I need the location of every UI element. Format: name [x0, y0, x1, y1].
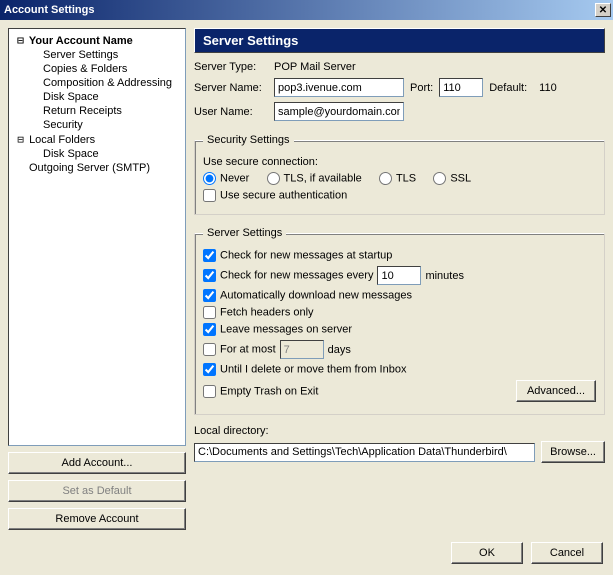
until-delete-option[interactable]: Until I delete or move them from Inbox	[203, 363, 406, 376]
dialog-footer: OK Cancel	[0, 542, 613, 574]
for-at-most-option[interactable]: For at most	[203, 343, 276, 356]
right-column: Server Settings Server Type: POP Mail Se…	[194, 28, 605, 534]
default-port-value: 110	[539, 82, 557, 94]
secure-auth-checkbox[interactable]	[203, 189, 216, 202]
secure-auth-option[interactable]: Use secure authentication	[203, 189, 347, 202]
server-name-input[interactable]	[274, 78, 404, 97]
security-settings-group: Security Settings Use secure connection:…	[194, 134, 605, 215]
close-button[interactable]: ✕	[595, 3, 611, 17]
port-input[interactable]	[439, 78, 483, 97]
use-secure-label: Use secure connection:	[203, 156, 596, 168]
server-type-value: POP Mail Server	[274, 61, 356, 73]
until-delete-checkbox[interactable]	[203, 363, 216, 376]
for-at-most-days: days	[328, 344, 351, 356]
check-startup-option[interactable]: Check for new messages at startup	[203, 249, 392, 262]
check-every-option[interactable]: Check for new messages every	[203, 269, 373, 282]
auto-download-checkbox[interactable]	[203, 289, 216, 302]
fetch-headers-checkbox[interactable]	[203, 306, 216, 319]
leave-server-checkbox[interactable]	[203, 323, 216, 336]
secure-ssl-radio[interactable]	[433, 172, 446, 185]
tree-item-copies-folders[interactable]: Copies & Folders	[39, 62, 183, 76]
titlebar: Account Settings ✕	[0, 0, 613, 20]
tree-item-return-receipts[interactable]: Return Receipts	[39, 104, 183, 118]
leave-server-option[interactable]: Leave messages on server	[203, 323, 352, 336]
tree-local-folders[interactable]: ⊟ Local Folders	[11, 132, 183, 147]
tree-item-server-settings[interactable]: Server Settings	[39, 48, 183, 62]
tree-item-local-disk-space[interactable]: Disk Space	[39, 147, 183, 161]
local-directory-label: Local directory:	[194, 425, 605, 437]
user-name-input[interactable]	[274, 102, 404, 121]
empty-trash-option[interactable]: Empty Trash on Exit	[203, 385, 318, 398]
for-at-most-checkbox[interactable]	[203, 343, 216, 356]
ok-button[interactable]: OK	[451, 542, 523, 564]
tree-account-label: Your Account Name	[29, 35, 133, 47]
for-at-most-input	[280, 340, 324, 359]
user-name-label: User Name:	[194, 106, 268, 118]
secure-never-radio[interactable]	[203, 172, 216, 185]
server-type-label: Server Type:	[194, 61, 268, 73]
server-settings-group: Server Settings Check for new messages a…	[194, 227, 605, 415]
tree-account-root[interactable]: ⊟ Your Account Name	[11, 33, 183, 48]
check-startup-checkbox[interactable]	[203, 249, 216, 262]
collapse-icon[interactable]: ⊟	[15, 133, 26, 146]
secure-tls-option[interactable]: TLS	[379, 172, 416, 185]
auto-download-option[interactable]: Automatically download new messages	[203, 289, 412, 302]
set-default-button: Set as Default	[8, 480, 186, 502]
secure-never-option[interactable]: Never	[203, 172, 249, 185]
tree-item-disk-space[interactable]: Disk Space	[39, 90, 183, 104]
panel-title: Server Settings	[194, 28, 605, 53]
cancel-button[interactable]: Cancel	[531, 542, 603, 564]
tree-item-security[interactable]: Security	[39, 118, 183, 132]
collapse-icon[interactable]: ⊟	[15, 34, 26, 47]
port-label: Port:	[410, 82, 433, 94]
secure-ssl-option[interactable]: SSL	[433, 172, 471, 185]
advanced-button[interactable]: Advanced...	[516, 380, 596, 402]
account-tree[interactable]: ⊟ Your Account Name Server Settings Copi…	[8, 28, 186, 446]
fetch-headers-option[interactable]: Fetch headers only	[203, 306, 314, 319]
check-every-minutes: minutes	[425, 270, 464, 282]
dialog-body: ⊟ Your Account Name Server Settings Copi…	[0, 20, 613, 542]
tree-item-composition[interactable]: Composition & Addressing	[39, 76, 183, 90]
empty-trash-checkbox[interactable]	[203, 385, 216, 398]
check-every-checkbox[interactable]	[203, 269, 216, 282]
tree-smtp[interactable]: Outgoing Server (SMTP)	[11, 161, 183, 175]
server-name-label: Server Name:	[194, 82, 268, 94]
secure-tls-radio[interactable]	[379, 172, 392, 185]
add-account-button[interactable]: Add Account...	[8, 452, 186, 474]
left-column: ⊟ Your Account Name Server Settings Copi…	[8, 28, 186, 534]
browse-button[interactable]: Browse...	[541, 441, 605, 463]
window-title: Account Settings	[4, 4, 94, 16]
local-directory-input[interactable]	[194, 443, 535, 462]
secure-tls-avail-radio[interactable]	[267, 172, 280, 185]
server-legend: Server Settings	[203, 227, 286, 239]
secure-tls-avail-option[interactable]: TLS, if available	[267, 172, 362, 185]
default-port-label: Default:	[489, 82, 527, 94]
security-legend: Security Settings	[203, 134, 294, 146]
tree-local-label: Local Folders	[29, 134, 95, 146]
check-every-input[interactable]	[377, 266, 421, 285]
remove-account-button[interactable]: Remove Account	[8, 508, 186, 530]
